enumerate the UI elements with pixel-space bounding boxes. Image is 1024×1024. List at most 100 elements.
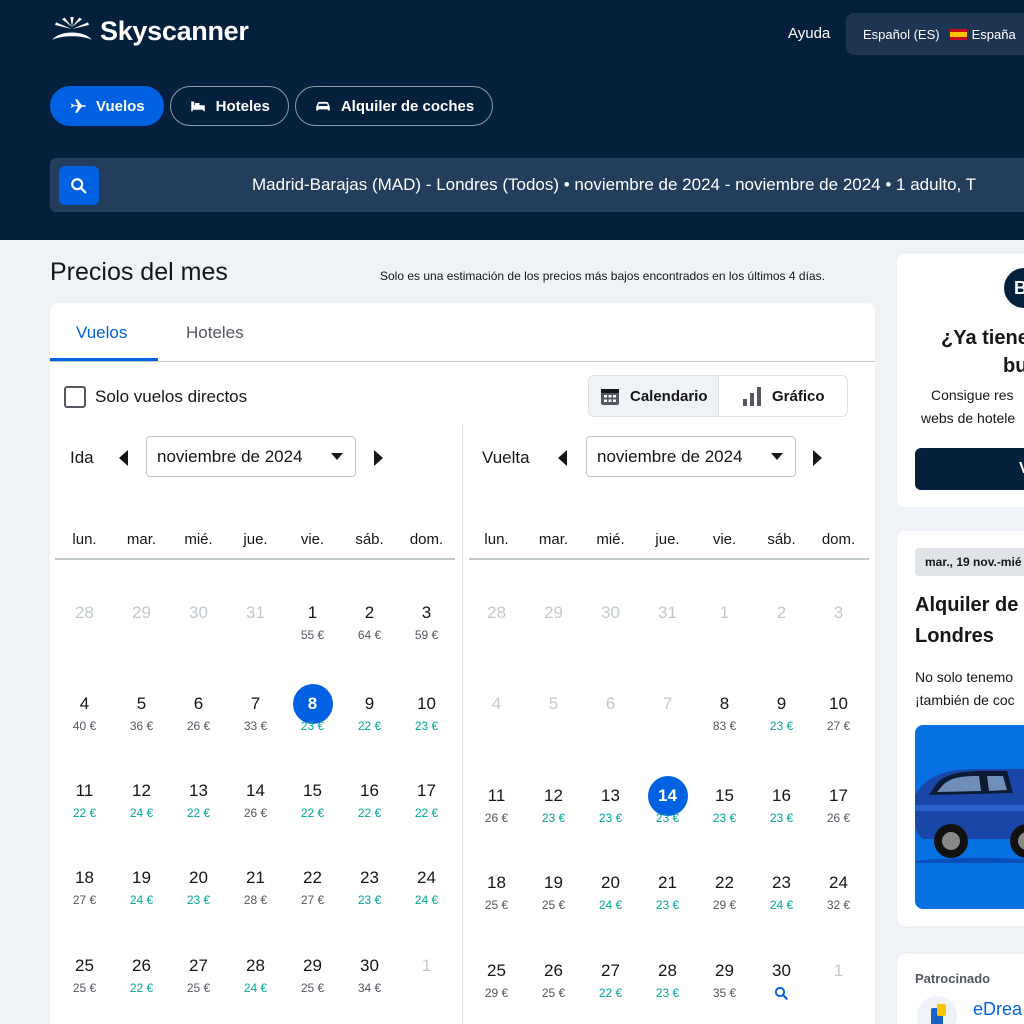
day-number: 16 xyxy=(772,786,791,805)
direct-flights-label[interactable]: Solo vuelos directos xyxy=(95,387,247,407)
day-number: 26 xyxy=(544,961,563,980)
return-day-cell[interactable]: 18 25 € xyxy=(468,863,525,923)
return-day-cell[interactable]: 30 xyxy=(753,951,810,1011)
return-day-cell[interactable]: 17 26 € xyxy=(810,776,867,836)
locale-selector[interactable]: Español (ES) España xyxy=(846,13,1024,55)
day-price: 23 € xyxy=(769,719,794,733)
return-day-cell[interactable]: 22 29 € xyxy=(696,863,753,923)
return-day-cell[interactable]: 8 83 € xyxy=(696,684,753,744)
outbound-day-cell[interactable]: 13 22 € xyxy=(170,771,227,831)
return-day-cell[interactable]: 9 23 € xyxy=(753,684,810,744)
car-image[interactable] xyxy=(915,725,1024,909)
outbound-day-cell[interactable]: 16 22 € xyxy=(341,771,398,831)
day-price: 22 € xyxy=(357,806,382,820)
search-price-icon[interactable] xyxy=(753,986,810,1004)
promo-button[interactable]: V xyxy=(915,448,1024,490)
return-day-cell[interactable]: 13 23 € xyxy=(582,776,639,836)
day-price: 22 € xyxy=(357,719,382,733)
day-number: 13 xyxy=(601,786,620,805)
return-day-cell[interactable]: 24 32 € xyxy=(810,863,867,923)
day-number: 24 xyxy=(417,868,436,887)
nav-flights[interactable]: Vuelos xyxy=(50,86,164,126)
return-day-cell[interactable]: 11 26 € xyxy=(468,776,525,836)
return-month-select[interactable]: noviembre de 2024 xyxy=(586,436,796,477)
outbound-day-cell[interactable]: 5 36 € xyxy=(113,684,170,744)
outbound-day-cell[interactable]: 1 55 € xyxy=(284,593,341,653)
outbound-day-cell[interactable]: 2 64 € xyxy=(341,593,398,653)
outbound-prev-month-icon[interactable] xyxy=(117,449,131,467)
outbound-day-cell[interactable]: 25 25 € xyxy=(56,946,113,1006)
outbound-day-cell[interactable]: 9 22 € xyxy=(341,684,398,744)
day-number: 13 xyxy=(189,781,208,800)
outbound-day-cell[interactable]: 20 23 € xyxy=(170,858,227,918)
return-day-cell[interactable]: 16 23 € xyxy=(753,776,810,836)
search-button[interactable] xyxy=(59,166,99,205)
outbound-day-cell[interactable]: 14 26 € xyxy=(227,771,284,831)
sponsor-name[interactable]: eDrea xyxy=(973,999,1022,1020)
day-number: 9 xyxy=(364,694,375,713)
day-number: 27 xyxy=(601,961,620,980)
tab-flights[interactable]: Vuelos xyxy=(76,323,127,343)
nav-hotels[interactable]: Hoteles xyxy=(169,86,289,126)
return-day-cell[interactable]: 26 25 € xyxy=(525,951,582,1011)
return-next-month-icon[interactable] xyxy=(810,449,824,467)
tab-hotels[interactable]: Hoteles xyxy=(186,323,244,343)
outbound-day-cell[interactable]: 8 23 € xyxy=(284,684,341,744)
day-number: 16 xyxy=(360,781,379,800)
outbound-day-cell[interactable]: 17 22 € xyxy=(398,771,455,831)
help-link[interactable]: Ayuda xyxy=(788,25,830,42)
outbound-next-month-icon[interactable] xyxy=(371,449,385,467)
outbound-day-cell[interactable]: 27 25 € xyxy=(170,946,227,1006)
nav-car-hire[interactable]: Alquiler de coches xyxy=(294,86,494,126)
day-number: 17 xyxy=(829,786,848,805)
outbound-day-cell[interactable]: 21 28 € xyxy=(227,858,284,918)
chart-view-button[interactable]: Gráfico xyxy=(717,376,848,416)
outbound-day-cell[interactable]: 19 24 € xyxy=(113,858,170,918)
day-price: 23 € xyxy=(598,811,623,825)
return-day-cell[interactable]: 20 24 € xyxy=(582,863,639,923)
sponsored-label: Patrocinado xyxy=(915,971,991,986)
outbound-day-cell[interactable]: 24 24 € xyxy=(398,858,455,918)
return-prev-month-icon[interactable] xyxy=(556,449,570,467)
return-day-cell[interactable]: 15 23 € xyxy=(696,776,753,836)
outbound-day-cell[interactable]: 6 26 € xyxy=(170,684,227,744)
outbound-day-cell[interactable]: 18 27 € xyxy=(56,858,113,918)
language-label: Español (ES) xyxy=(863,26,940,42)
day-price: 23 € xyxy=(655,811,680,825)
outbound-day-cell[interactable]: 28 24 € xyxy=(227,946,284,1006)
outbound-day-cell[interactable]: 15 22 € xyxy=(284,771,341,831)
return-day-cell[interactable]: 29 35 € xyxy=(696,951,753,1011)
return-day-cell[interactable]: 21 23 € xyxy=(639,863,696,923)
day-number: 19 xyxy=(544,873,563,892)
chevron-down-icon xyxy=(771,453,783,460)
return-day-cell[interactable]: 28 23 € xyxy=(639,951,696,1011)
return-day-cell[interactable]: 23 24 € xyxy=(753,863,810,923)
outbound-day-cell[interactable]: 7 33 € xyxy=(227,684,284,744)
day-number: 30 xyxy=(360,956,379,975)
outbound-day-cell[interactable]: 10 23 € xyxy=(398,684,455,744)
outbound-day-cell[interactable]: 4 40 € xyxy=(56,684,113,744)
return-day-cell[interactable]: 27 22 € xyxy=(582,951,639,1011)
return-day-cell[interactable]: 19 25 € xyxy=(525,863,582,923)
outbound-day-cell[interactable]: 22 27 € xyxy=(284,858,341,918)
day-number: 21 xyxy=(658,873,677,892)
day-price: 24 € xyxy=(129,806,154,820)
search-summary-bar[interactable]: Madrid-Barajas (MAD) - Londres (Todos) •… xyxy=(50,158,1024,212)
calendar-view-button[interactable]: Calendario xyxy=(589,376,718,416)
outbound-day-cell[interactable]: 23 23 € xyxy=(341,858,398,918)
return-day-cell[interactable]: 10 27 € xyxy=(810,684,867,744)
return-day-cell[interactable]: 12 23 € xyxy=(525,776,582,836)
calendar-divider xyxy=(462,423,463,1024)
outbound-day-cell[interactable]: 12 24 € xyxy=(113,771,170,831)
outbound-day-cell[interactable]: 3 59 € xyxy=(398,593,455,653)
day-number: 31 xyxy=(658,603,677,622)
return-day-cell[interactable]: 25 29 € xyxy=(468,951,525,1011)
direct-flights-checkbox[interactable] xyxy=(64,386,86,408)
return-day-cell[interactable]: 14 23 € xyxy=(639,776,696,836)
outbound-day-cell[interactable]: 26 22 € xyxy=(113,946,170,1006)
outbound-day-cell[interactable]: 29 25 € xyxy=(284,946,341,1006)
outbound-month-select[interactable]: noviembre de 2024 xyxy=(146,436,356,477)
outbound-day-cell[interactable]: 11 22 € xyxy=(56,771,113,831)
skyscanner-logo[interactable]: Skyscanner xyxy=(50,16,249,47)
outbound-day-cell[interactable]: 30 34 € xyxy=(341,946,398,1006)
